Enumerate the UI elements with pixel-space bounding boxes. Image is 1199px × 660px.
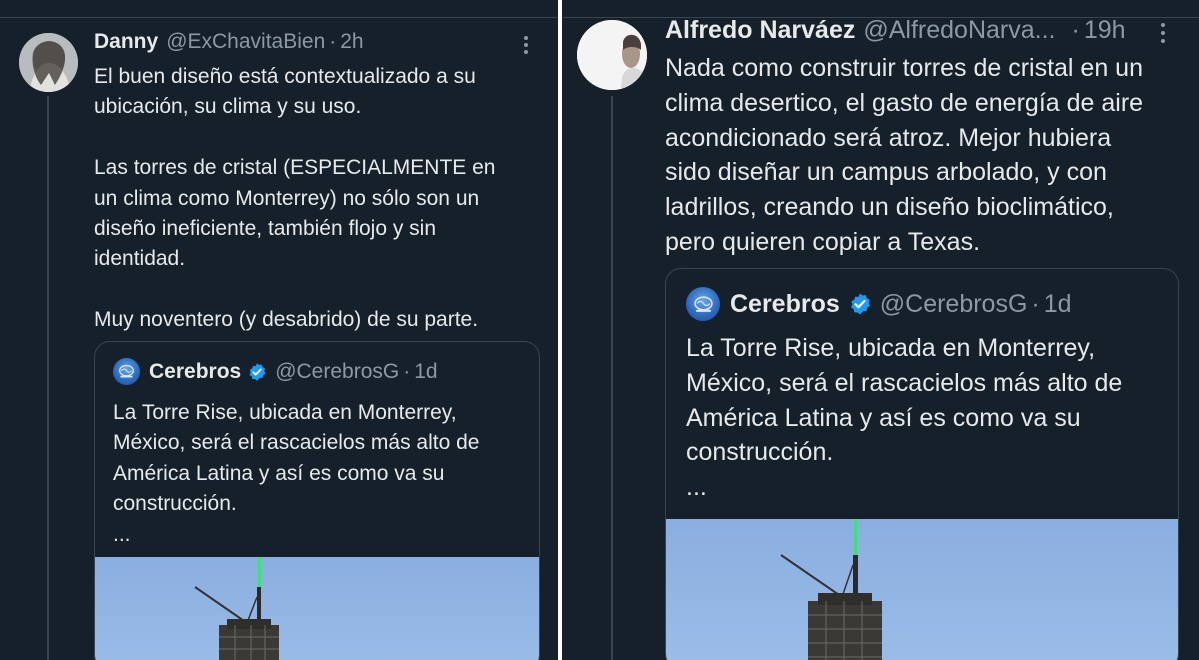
quoted-tweet-text: La Torre Rise, ubicada en Monterrey, Méx… <box>113 401 480 546</box>
brain-logo-icon <box>119 364 134 378</box>
quoted-tweet-header: Cerebros @CerebrosG · 1d <box>686 287 1072 321</box>
tweet-text: Nada como construir torres de cristal en… <box>665 54 1144 256</box>
quoted-tweet-image[interactable] <box>666 519 1178 660</box>
previous-tweet-divider <box>0 0 558 18</box>
quoted-author-name[interactable]: Cerebros <box>149 360 241 384</box>
quoted-author-avatar[interactable] <box>686 287 720 321</box>
separator-dot: · <box>329 30 337 53</box>
separator-dot: · <box>403 359 411 383</box>
author-name[interactable]: Danny <box>94 30 158 54</box>
tweet-header: Danny @ExChavitaBien · 2h <box>94 30 364 54</box>
brain-logo-icon <box>693 295 713 312</box>
right-tweet-panel: Alfredo Narváez @AlfredoNarva... · 19h N… <box>562 0 1199 660</box>
more-options-icon[interactable] <box>1160 23 1166 43</box>
author-name[interactable]: Alfredo Narváez <box>665 16 855 45</box>
verified-badge-icon <box>247 362 267 382</box>
tower-construction-photo <box>666 519 1178 660</box>
more-options-icon[interactable] <box>523 36 529 54</box>
timestamp[interactable]: 2h <box>340 30 363 54</box>
quoted-tweet-header: Cerebros @CerebrosG · 1d <box>113 358 438 385</box>
quoted-author-handle[interactable]: @CerebrosG <box>880 290 1028 319</box>
quoted-author-avatar[interactable] <box>113 358 140 385</box>
tweet-header: Alfredo Narváez @AlfredoNarva... · 19h <box>665 16 1126 45</box>
author-handle[interactable]: @ExChavitaBien <box>166 30 325 54</box>
quoted-timestamp[interactable]: 1d <box>414 360 437 384</box>
quoted-author-handle[interactable]: @CerebrosG <box>275 360 399 384</box>
tweet-text: El buen diseño está contextualizado a su… <box>94 65 496 332</box>
quoted-tweet[interactable]: Cerebros @CerebrosG · 1d La Torre Rise, … <box>94 341 540 660</box>
tower-construction-photo <box>95 557 539 660</box>
left-tweet-panel: Danny @ExChavitaBien · 2h El buen diseño… <box>0 0 558 660</box>
verified-badge-icon <box>848 292 872 316</box>
separator-dot: · <box>1031 289 1040 318</box>
quoted-author-name[interactable]: Cerebros <box>730 290 840 319</box>
avatar-photo <box>577 20 647 90</box>
avatar[interactable] <box>19 33 78 92</box>
quoted-timestamp[interactable]: 1d <box>1044 290 1072 319</box>
quoted-tweet-text: La Torre Rise, ubicada en Monterrey, Méx… <box>686 334 1123 502</box>
avatar[interactable] <box>577 20 647 90</box>
quoted-tweet[interactable]: Cerebros @CerebrosG · 1d La Torre Rise, … <box>665 268 1179 660</box>
timestamp[interactable]: 19h <box>1084 16 1126 45</box>
quoted-tweet-image[interactable] <box>95 557 539 660</box>
separator-dot: · <box>1071 16 1080 44</box>
thread-line <box>47 96 49 660</box>
thread-line <box>611 96 613 660</box>
author-handle[interactable]: @AlfredoNarva... <box>863 16 1055 45</box>
avatar-photo <box>19 33 78 92</box>
